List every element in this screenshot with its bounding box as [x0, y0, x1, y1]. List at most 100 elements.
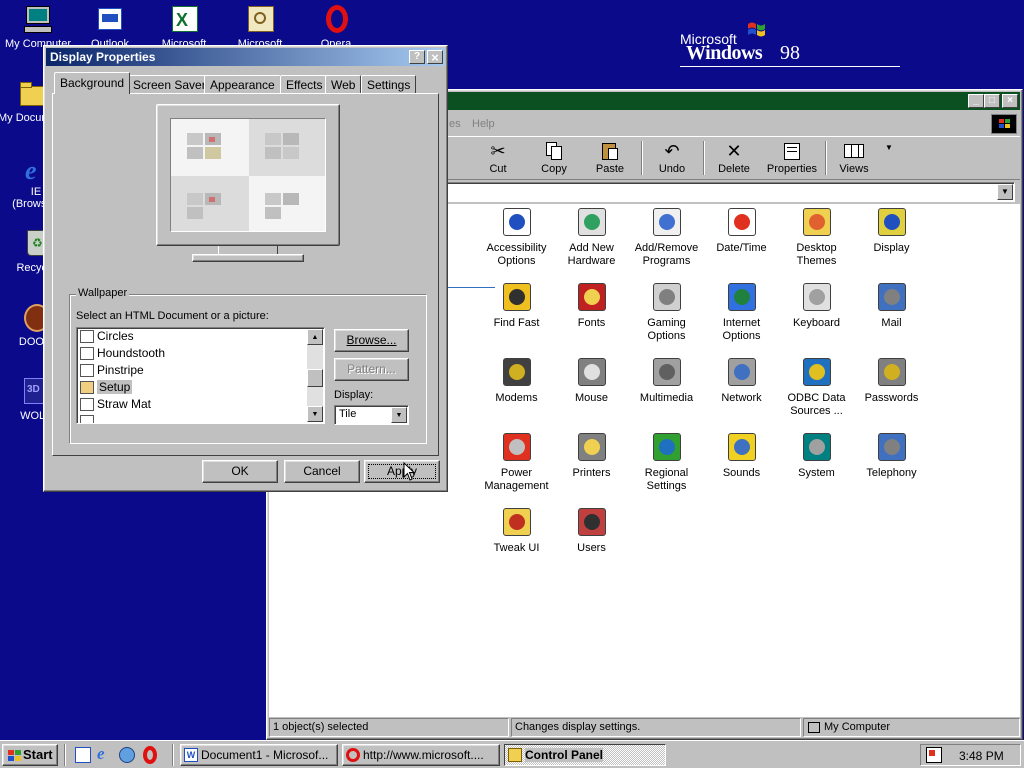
wallpaper-file-icon — [80, 364, 94, 377]
ok-button[interactable]: OK — [202, 460, 278, 483]
cp-item-display[interactable]: Display — [854, 206, 929, 255]
cp-item-tweak-ui[interactable]: Tweak UI — [479, 506, 554, 555]
channels-icon[interactable] — [119, 747, 135, 763]
cp-item-label: Internet — [722, 317, 761, 329]
opera-icon[interactable] — [143, 746, 157, 764]
telephony-icon — [876, 431, 908, 463]
menu-help[interactable]: Help — [472, 118, 495, 130]
cp-item-system[interactable]: System — [779, 431, 854, 480]
internet-options-icon — [726, 281, 758, 313]
cp-item-keyboard[interactable]: Keyboard — [779, 281, 854, 330]
cp-item-mouse[interactable]: Mouse — [554, 356, 629, 405]
scheduler-icon[interactable] — [926, 747, 942, 763]
toolbar-separator — [703, 141, 705, 175]
cp-item-add-remove-programs[interactable]: Add/Remove Programs — [629, 206, 704, 268]
cancel-button[interactable]: Cancel — [284, 460, 360, 483]
minimize-button[interactable]: _ — [968, 94, 984, 108]
dialog-titlebar[interactable]: Display Properties ? × — [46, 48, 445, 66]
list-item-selected[interactable]: Setup — [77, 379, 324, 396]
cp-item-odbc[interactable]: ODBC Data Sources ... — [779, 356, 854, 418]
scroll-down-button[interactable]: ▼ — [307, 406, 323, 422]
cp-item-date-time[interactable]: Date/Time — [704, 206, 779, 255]
cp-item-label: Tweak UI — [493, 542, 540, 554]
toolbar-paste-button[interactable]: Paste — [583, 139, 637, 179]
setup-wallpaper-tile — [187, 193, 221, 219]
desktop-icon-opera[interactable]: Opera — [300, 4, 372, 50]
toolbar-properties-button[interactable]: Properties — [761, 139, 823, 179]
cp-item-desktop-themes[interactable]: Desktop Themes — [779, 206, 854, 268]
access-icon — [244, 4, 276, 36]
display-select[interactable]: Tile ▼ — [334, 405, 409, 425]
browse-button[interactable]: Browse... — [334, 329, 409, 352]
toolbar-views-button[interactable]: Views — [827, 139, 881, 179]
apply-button[interactable]: Apply — [364, 460, 440, 483]
cp-item-telephony[interactable]: Telephony — [854, 431, 929, 480]
task-label: Document1 - Microsof... — [201, 748, 329, 762]
toolbar-copy-button[interactable]: Copy — [527, 139, 581, 179]
cp-item-accessibility[interactable]: Accessibility Options — [479, 206, 554, 268]
clock[interactable]: 3:48 PM — [959, 749, 1004, 763]
address-dropdown-button[interactable]: ▼ — [997, 184, 1013, 200]
toolbar-undo-button[interactable]: ↶ Undo — [645, 139, 699, 179]
list-item[interactable]: Houndstooth — [77, 345, 324, 362]
tab-screen-saver[interactable]: Screen Saver — [127, 75, 212, 93]
list-item[interactable]: Pinstripe — [77, 362, 324, 379]
toolbar-label: Delete — [718, 163, 750, 175]
cp-item-modem[interactable]: Modems — [479, 356, 554, 405]
cp-item-printers[interactable]: Printers — [554, 431, 629, 480]
task-opera[interactable]: http://www.microsoft.... — [342, 744, 500, 766]
cp-item-label-2: Sources ... — [790, 405, 843, 417]
cp-item-gaming[interactable]: Gaming Options — [629, 281, 704, 343]
cp-item-fonts[interactable]: Fonts — [554, 281, 629, 330]
task-document1[interactable]: W Document1 - Microsof... — [180, 744, 338, 766]
tab-web[interactable]: Web — [325, 75, 362, 93]
cp-item-label: Desktop — [796, 242, 837, 254]
list-item[interactable] — [77, 413, 324, 423]
cp-item-multimedia[interactable]: Multimedia — [629, 356, 704, 405]
close-button[interactable]: × — [427, 50, 443, 64]
cp-item-add-hardware[interactable]: Add New Hardware — [554, 206, 629, 268]
help-button[interactable]: ? — [409, 50, 425, 64]
copy-icon — [543, 141, 565, 161]
address-bar[interactable]: ▼ — [443, 182, 1015, 202]
mouse-icon — [576, 356, 608, 388]
tab-effects[interactable]: Effects — [280, 75, 329, 93]
cp-item-power[interactable]: Power Management — [479, 431, 554, 493]
cp-item-label: Find Fast — [493, 317, 540, 329]
start-button[interactable]: Start — [2, 744, 58, 766]
desktop-icon-outlook[interactable]: Outlook — [74, 4, 146, 50]
wallpaper-list-scrollbar[interactable]: ▲ ▼ — [307, 329, 323, 422]
task-control-panel[interactable]: Control Panel — [504, 744, 666, 766]
cp-item-mail[interactable]: Mail — [854, 281, 929, 330]
toolbar-delete-button[interactable]: ✕ Delete — [707, 139, 761, 179]
desktop-icon-my-computer[interactable]: My Computer — [2, 4, 74, 50]
desktop-icon-excel[interactable]: X Microsoft — [148, 4, 220, 50]
status-bar: 1 object(s) selected Changes display set… — [269, 718, 1020, 737]
scroll-thumb[interactable] — [307, 369, 323, 387]
maximize-button[interactable]: □ — [984, 94, 1000, 108]
users-icon — [576, 506, 608, 538]
tab-background[interactable]: Background — [54, 72, 131, 94]
list-item[interactable]: Straw Mat — [77, 396, 324, 413]
wallpaper-list[interactable]: Circles Houndstooth Pinstripe Setup Stra… — [76, 327, 325, 424]
pattern-button[interactable]: Pattern... — [334, 358, 409, 381]
cp-item-find-fast[interactable]: Find Fast — [479, 281, 554, 330]
cp-item-internet-options[interactable]: Internet Options — [704, 281, 779, 343]
display-dropdown-button[interactable]: ▼ — [391, 407, 407, 423]
close-button[interactable]: × — [1002, 94, 1018, 108]
tab-appearance[interactable]: Appearance — [204, 75, 281, 93]
list-item[interactable]: Circles — [77, 328, 324, 345]
cp-item-passwords[interactable]: Passwords — [854, 356, 929, 405]
show-desktop-icon[interactable] — [75, 747, 91, 763]
views-dropdown-arrow[interactable]: ▼ — [885, 143, 893, 152]
cp-item-regional[interactable]: Regional Settings — [629, 431, 704, 493]
cp-item-sounds[interactable]: Sounds — [704, 431, 779, 480]
scroll-up-button[interactable]: ▲ — [307, 329, 323, 345]
outlook-icon — [94, 4, 126, 36]
toolbar-cut-button[interactable]: ✂ Cut — [471, 139, 525, 179]
cp-item-network[interactable]: Network — [704, 356, 779, 405]
cp-item-users[interactable]: Users — [554, 506, 629, 555]
desktop-icon-access[interactable]: Microsoft — [224, 4, 296, 50]
tab-settings[interactable]: Settings — [361, 75, 417, 93]
ie-icon[interactable]: e — [97, 744, 105, 764]
